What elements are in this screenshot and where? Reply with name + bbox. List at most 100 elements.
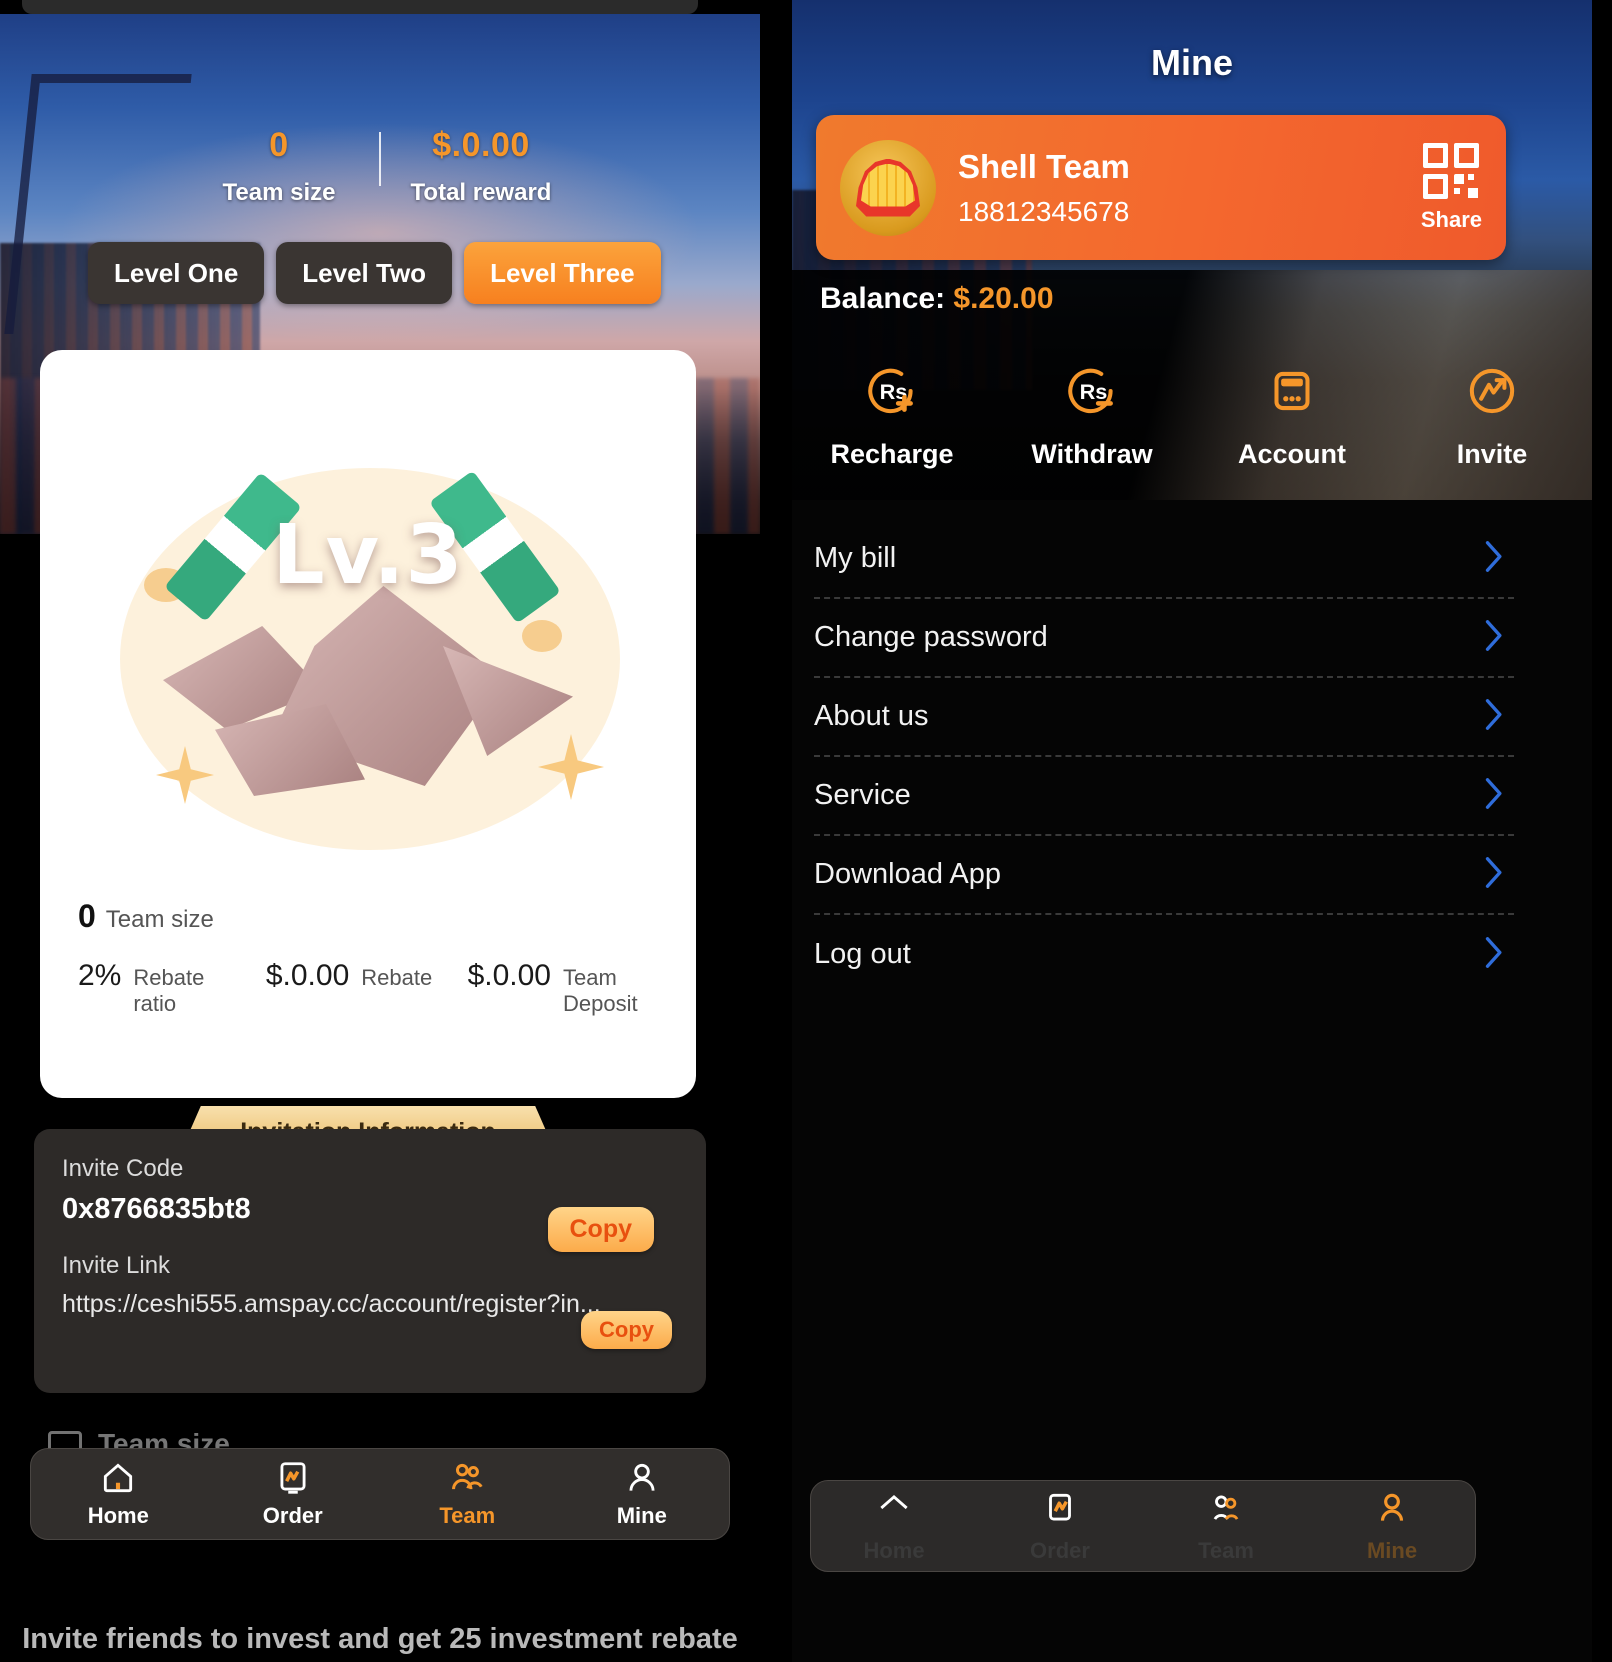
stat-team-size-label: Team size <box>222 179 336 207</box>
qr-code-icon <box>1423 142 1480 199</box>
tab-mine[interactable]: Mine <box>555 1459 730 1529</box>
share-button[interactable]: Share <box>1420 142 1482 233</box>
menu-item-my-bill-label: My bill <box>814 542 897 574</box>
team-deposit-value: $.0.00 <box>467 959 551 992</box>
balance-value: $.20.00 <box>953 282 1054 315</box>
action-recharge[interactable]: Rs Recharge <box>792 360 992 470</box>
invitation-panel: Invite Code 0x8766835bt8 Copy Invite Lin… <box>34 1129 706 1393</box>
crystal-burst-icon <box>153 586 583 806</box>
stat-total-reward: $.0.00 Total reward <box>381 126 581 207</box>
screenshot-root: 0 Team size $.0.00 Total reward Level On… <box>0 0 1612 1662</box>
invite-code-label: Invite Code <box>62 1155 184 1182</box>
menu-item-download-app-label: Download App <box>814 858 1002 890</box>
card-metrics-row: 2% Rebate ratio $.0.00 Rebate $.0.00 Tea… <box>78 959 672 1017</box>
tab-home-label: Home <box>863 1537 925 1563</box>
order-chart-icon <box>1041 1489 1079 1532</box>
menu-item-download-app[interactable]: Download App <box>814 836 1514 915</box>
menu-item-my-bill[interactable]: My bill <box>814 520 1514 599</box>
action-account-label: Account <box>1238 439 1346 469</box>
chevron-right-icon <box>1476 534 1510 583</box>
shell-logo-icon <box>856 158 920 217</box>
action-invite-label: Invite <box>1456 439 1528 469</box>
action-invite[interactable]: Invite <box>1392 360 1592 470</box>
bottom-tabbar: Home Order Team Mine <box>810 1480 1476 1572</box>
tab-home[interactable]: Home <box>811 1489 977 1564</box>
avatar <box>840 139 936 236</box>
card-icon <box>1261 371 1323 426</box>
home-icon <box>99 1459 137 1497</box>
share-label: Share <box>1420 206 1482 232</box>
team-people-icon <box>1207 1489 1245 1532</box>
chevron-right-icon <box>1476 613 1510 662</box>
chevron-right-icon <box>1476 771 1510 820</box>
team-screen: 0 Team size $.0.00 Total reward Level On… <box>0 0 760 1662</box>
menu-item-service-label: Service <box>814 779 911 811</box>
level-tab-one[interactable]: Level One <box>88 242 265 304</box>
level-tab-three[interactable]: Level Three <box>464 242 661 304</box>
home-icon <box>875 1489 913 1532</box>
tab-team[interactable]: Team <box>380 1459 555 1529</box>
rupee-plus-icon: Rs <box>861 368 923 426</box>
chevron-right-icon <box>1476 692 1510 741</box>
menu-item-change-password[interactable]: Change password <box>814 599 1514 678</box>
card-team-size-row: 0 Team size <box>78 898 672 935</box>
tab-team[interactable]: Team <box>1143 1489 1309 1564</box>
card-team-size-label: Team size <box>105 906 214 933</box>
status-bar-notch <box>22 0 698 14</box>
tab-team-label: Team <box>1198 1537 1254 1563</box>
tab-order-label: Order <box>1030 1537 1090 1563</box>
rebate-ratio-label: Rebate ratio <box>133 965 205 1016</box>
balance-label: Balance: <box>820 282 946 315</box>
stat-total-reward-label: Total reward <box>410 179 552 207</box>
balance-row: Balance: $.20.00 <box>820 282 1054 316</box>
order-chart-icon <box>274 1459 312 1497</box>
quick-actions: Rs Recharge Rs Withdraw Account Invite <box>792 360 1592 470</box>
stat-team-size-value: 0 <box>269 126 289 164</box>
chevron-right-icon <box>1476 930 1510 979</box>
menu-item-change-password-label: Change password <box>814 621 1048 653</box>
team-deposit-label: Team Deposit <box>562 965 638 1016</box>
rebate-label: Rebate <box>361 965 433 990</box>
chevron-right-icon <box>1476 850 1510 899</box>
footer-promo-note: Invite friends to invest and get 25 inve… <box>22 1623 738 1655</box>
tab-order[interactable]: Order <box>977 1489 1143 1564</box>
mine-frame: Mine Shell Team 18812345678 Share Balanc… <box>792 0 1592 1662</box>
tab-home[interactable]: Home <box>31 1459 206 1529</box>
menu-item-log-out[interactable]: Log out <box>814 915 1514 994</box>
action-account[interactable]: Account <box>1192 360 1392 470</box>
copy-invite-code-button[interactable]: Copy <box>547 1207 654 1252</box>
rupee-minus-icon: Rs <box>1061 368 1123 426</box>
mine-screen: Mine Shell Team 18812345678 Share Balanc… <box>760 0 1612 1662</box>
profile-text: Shell Team 18812345678 <box>958 148 1130 228</box>
person-icon <box>1373 1489 1411 1532</box>
copy-invite-link-button[interactable]: Copy <box>581 1311 672 1349</box>
tab-order[interactable]: Order <box>206 1459 381 1529</box>
team-people-icon <box>448 1459 486 1497</box>
level-tab-two[interactable]: Level Two <box>276 242 453 304</box>
page-title: Mine <box>1150 42 1233 83</box>
menu-item-about-us[interactable]: About us <box>814 678 1514 757</box>
stat-total-reward-value: $.0.00 <box>432 126 530 164</box>
tab-order-label: Order <box>262 1503 323 1528</box>
action-recharge-label: Recharge <box>830 439 954 469</box>
level-tabs: Level One Level Two Level Three <box>88 242 661 304</box>
rebate-value: $.0.00 <box>265 959 350 992</box>
profile-phone: 18812345678 <box>958 195 1130 227</box>
tab-home-label: Home <box>87 1503 149 1528</box>
level-badge-text: Lv.3 <box>272 508 464 603</box>
action-withdraw[interactable]: Rs Withdraw <box>992 360 1192 470</box>
person-icon <box>623 1459 661 1497</box>
trend-circle-icon <box>1461 368 1523 426</box>
tab-team-label: Team <box>439 1503 496 1528</box>
menu-item-service[interactable]: Service <box>814 757 1514 836</box>
level-illustration: Lv.3 <box>78 446 658 886</box>
menu-item-about-us-label: About us <box>814 700 929 732</box>
card-team-size-value: 0 <box>78 898 96 934</box>
bottom-tabbar: Home Order Team Mine <box>30 1448 730 1540</box>
level-card-stats: 0 Team size 2% Rebate ratio $.0.00 Rebat… <box>78 898 672 1017</box>
tab-mine-label: Mine <box>1366 1537 1418 1563</box>
profile-card[interactable]: Shell Team 18812345678 Share <box>816 115 1506 260</box>
rebate-ratio-value: 2% <box>78 959 122 992</box>
action-withdraw-label: Withdraw <box>1031 439 1153 469</box>
tab-mine[interactable]: Mine <box>1309 1489 1475 1564</box>
